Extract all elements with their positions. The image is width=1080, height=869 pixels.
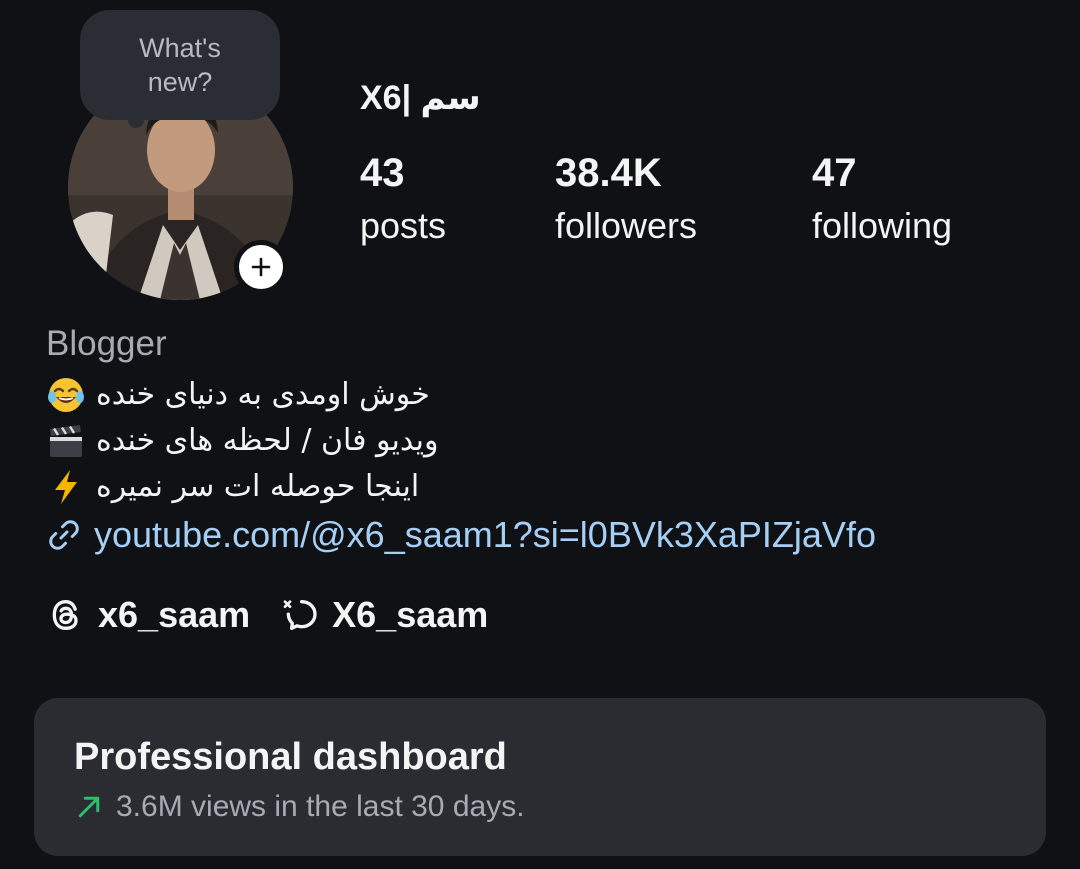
professional-dashboard-card[interactable]: Professional dashboard 3.6M views in the… <box>34 698 1046 856</box>
note-text: What's new? <box>139 33 221 97</box>
plus-icon <box>251 257 271 277</box>
stat-posts-value: 43 <box>360 151 405 195</box>
bio-line: ویدیو فان / لحظه های خنده <box>46 418 566 464</box>
link-icon <box>49 520 79 550</box>
dashboard-subtitle: 3.6M views in the last 30 days. <box>74 790 525 824</box>
social-handles: x6_saam X6_saam <box>46 594 518 636</box>
threads-handle[interactable]: x6_saam <box>46 594 250 636</box>
messenger-handle[interactable]: X6_saam <box>280 594 488 636</box>
bio-line: اینجا حوصله ات سر نمیره <box>46 464 566 510</box>
bio-line-text: خوش اومدی به دنیای خنده <box>96 377 430 412</box>
stat-following[interactable]: 47 following <box>812 150 952 248</box>
dashboard-views-text: 3.6M views in the last 30 days. <box>116 790 525 823</box>
dashboard-title: Professional dashboard <box>74 736 507 778</box>
rolling-laughing-emoji <box>48 378 84 412</box>
add-story-button[interactable] <box>234 240 288 294</box>
bio-line-text: ویدیو فان / لحظه های خنده <box>96 423 439 458</box>
profile-name: X6| سم <box>360 79 481 117</box>
stat-followers-value: 38.4K <box>555 151 662 195</box>
messenger-handle-text: X6_saam <box>332 594 489 635</box>
threads-icon <box>52 599 78 631</box>
stat-following-label: following <box>812 205 953 246</box>
stat-following-value: 47 <box>812 151 857 195</box>
profile-page: What's new? X6| سم 43 posts 38.4K follow… <box>0 0 1080 869</box>
lightning-emoji <box>55 470 77 504</box>
profile-link-text: youtube.com/@x6_saam1?si=l0BVk3XaPIZjaVf… <box>94 514 876 555</box>
stat-followers-label: followers <box>555 205 698 246</box>
stat-followers[interactable]: 38.4K followers <box>555 150 697 248</box>
messenger-icon <box>283 600 317 630</box>
bio-line: خوش اومدی به دنیای خنده <box>46 372 566 418</box>
profile-bio: خوش اومدی به دنیای خنده ویدیو فان / لحظه… <box>46 372 566 510</box>
whats-new-note[interactable]: What's new? <box>80 10 280 120</box>
clapper-board-emoji <box>50 425 82 457</box>
profile-category: Blogger <box>46 324 167 363</box>
stat-posts[interactable]: 43 posts <box>360 150 446 248</box>
threads-handle-text: x6_saam <box>98 594 251 635</box>
bio-line-text: اینجا حوصله ات سر نمیره <box>96 469 420 504</box>
stat-posts-label: posts <box>360 205 447 246</box>
profile-link[interactable]: youtube.com/@x6_saam1?si=l0BVk3XaPIZjaVf… <box>46 514 876 556</box>
trend-up-icon <box>78 796 100 818</box>
